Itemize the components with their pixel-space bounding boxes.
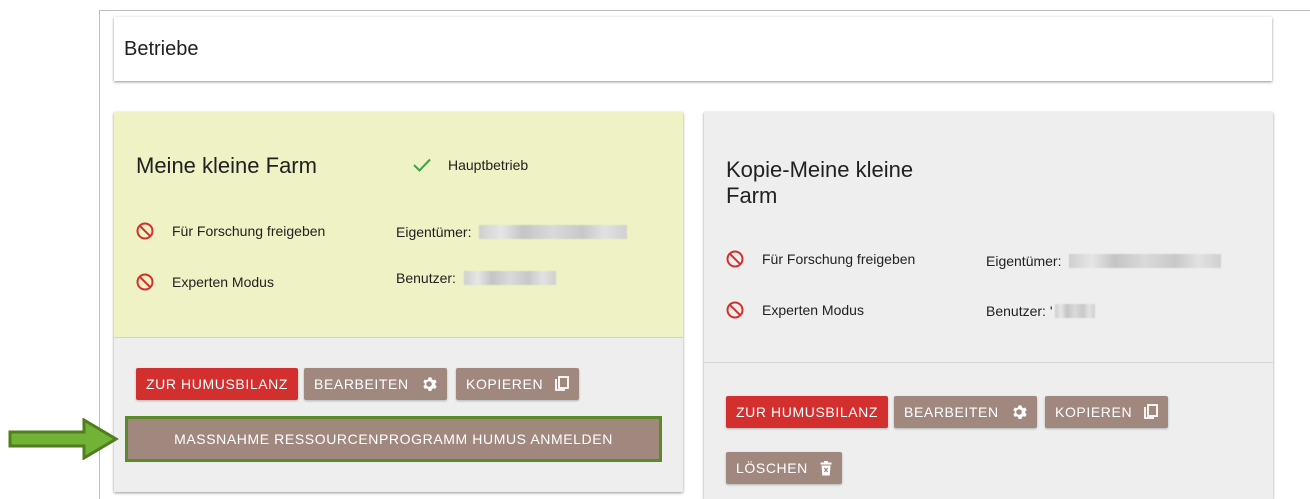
- user-redacted: [1054, 304, 1095, 318]
- gear-icon: [421, 376, 437, 392]
- edit-label: BEARBEITEN: [904, 404, 999, 420]
- copy-icon: [555, 376, 570, 392]
- expert-mode-status: Experten Modus: [726, 301, 864, 319]
- main-farm-label: Hauptbetrieb: [448, 157, 529, 173]
- owner-info: Eigentümer:: [986, 253, 1222, 269]
- research-label: Für Forschung freigeben: [762, 251, 916, 267]
- page-header: Betriebe: [114, 17, 1272, 81]
- humus-balance-label: ZUR HUMUSBILANZ: [146, 376, 289, 392]
- research-status: Für Forschung freigeben: [136, 222, 325, 240]
- copy-label: KOPIEREN: [466, 376, 544, 392]
- user-label: Benutzer:: [396, 270, 456, 286]
- owner-label: Eigentümer:: [396, 224, 472, 240]
- owner-label: Eigentümer:: [986, 253, 1062, 269]
- register-humus-program-label: MASSNAHME RESSOURCENPROGRAMM HUMUS ANMEL…: [174, 431, 613, 447]
- edit-button[interactable]: BEARBEITEN: [304, 368, 447, 400]
- farm-title: Kopie-Meine kleine Farm: [726, 157, 914, 208]
- arrow-right-icon: [8, 418, 119, 460]
- gear-icon: [1011, 404, 1027, 420]
- ban-icon: [726, 301, 744, 319]
- owner-redacted: [1069, 254, 1222, 268]
- register-humus-program-button[interactable]: MASSNAHME RESSOURCENPROGRAMM HUMUS ANMEL…: [128, 419, 659, 459]
- page-title: Betriebe: [124, 37, 199, 60]
- owner-redacted: [479, 225, 628, 239]
- farm-title: Meine kleine Farm: [136, 153, 317, 178]
- farm-card-copy: Kopie-Meine kleine Farm Für Forschung fr…: [704, 112, 1273, 499]
- humus-balance-button[interactable]: ZUR HUMUSBILANZ: [726, 396, 889, 428]
- copy-button[interactable]: KOPIEREN: [456, 368, 580, 400]
- user-redacted: [463, 271, 556, 285]
- content-frame-top-border: [99, 10, 1310, 11]
- edit-label: BEARBEITEN: [314, 376, 409, 392]
- main-farm-flag: Hauptbetrieb: [413, 157, 528, 173]
- trash-icon: [820, 460, 832, 476]
- ban-icon: [726, 250, 744, 268]
- humus-balance-label: ZUR HUMUSBILANZ: [736, 404, 879, 420]
- expert-mode-label: Experten Modus: [172, 274, 274, 290]
- ban-icon: [136, 222, 154, 240]
- user-info: Benutzer:: [396, 270, 556, 286]
- ban-icon: [136, 273, 154, 291]
- user-label: Benutzer: ': [986, 303, 1053, 319]
- research-status: Für Forschung freigeben: [726, 250, 915, 268]
- delete-button[interactable]: LÖSCHEN: [726, 452, 842, 484]
- expert-mode-label: Experten Modus: [762, 302, 864, 318]
- delete-label: LÖSCHEN: [736, 460, 808, 476]
- owner-info: Eigentümer:: [396, 224, 628, 240]
- copy-button[interactable]: KOPIEREN: [1045, 396, 1169, 428]
- copy-label: KOPIEREN: [1055, 404, 1133, 420]
- register-measure-highlight-box: MASSNAHME RESSOURCENPROGRAMM HUMUS ANMEL…: [125, 416, 662, 462]
- user-info: Benutzer: ': [986, 303, 1095, 319]
- card-divider: [114, 337, 683, 338]
- humus-balance-button[interactable]: ZUR HUMUSBILANZ: [136, 368, 299, 400]
- card-divider: [704, 362, 1273, 363]
- expert-mode-status: Experten Modus: [136, 273, 274, 291]
- research-label: Für Forschung freigeben: [172, 223, 326, 239]
- check-icon: [413, 158, 431, 172]
- edit-button[interactable]: BEARBEITEN: [894, 396, 1037, 428]
- copy-icon: [1144, 404, 1159, 420]
